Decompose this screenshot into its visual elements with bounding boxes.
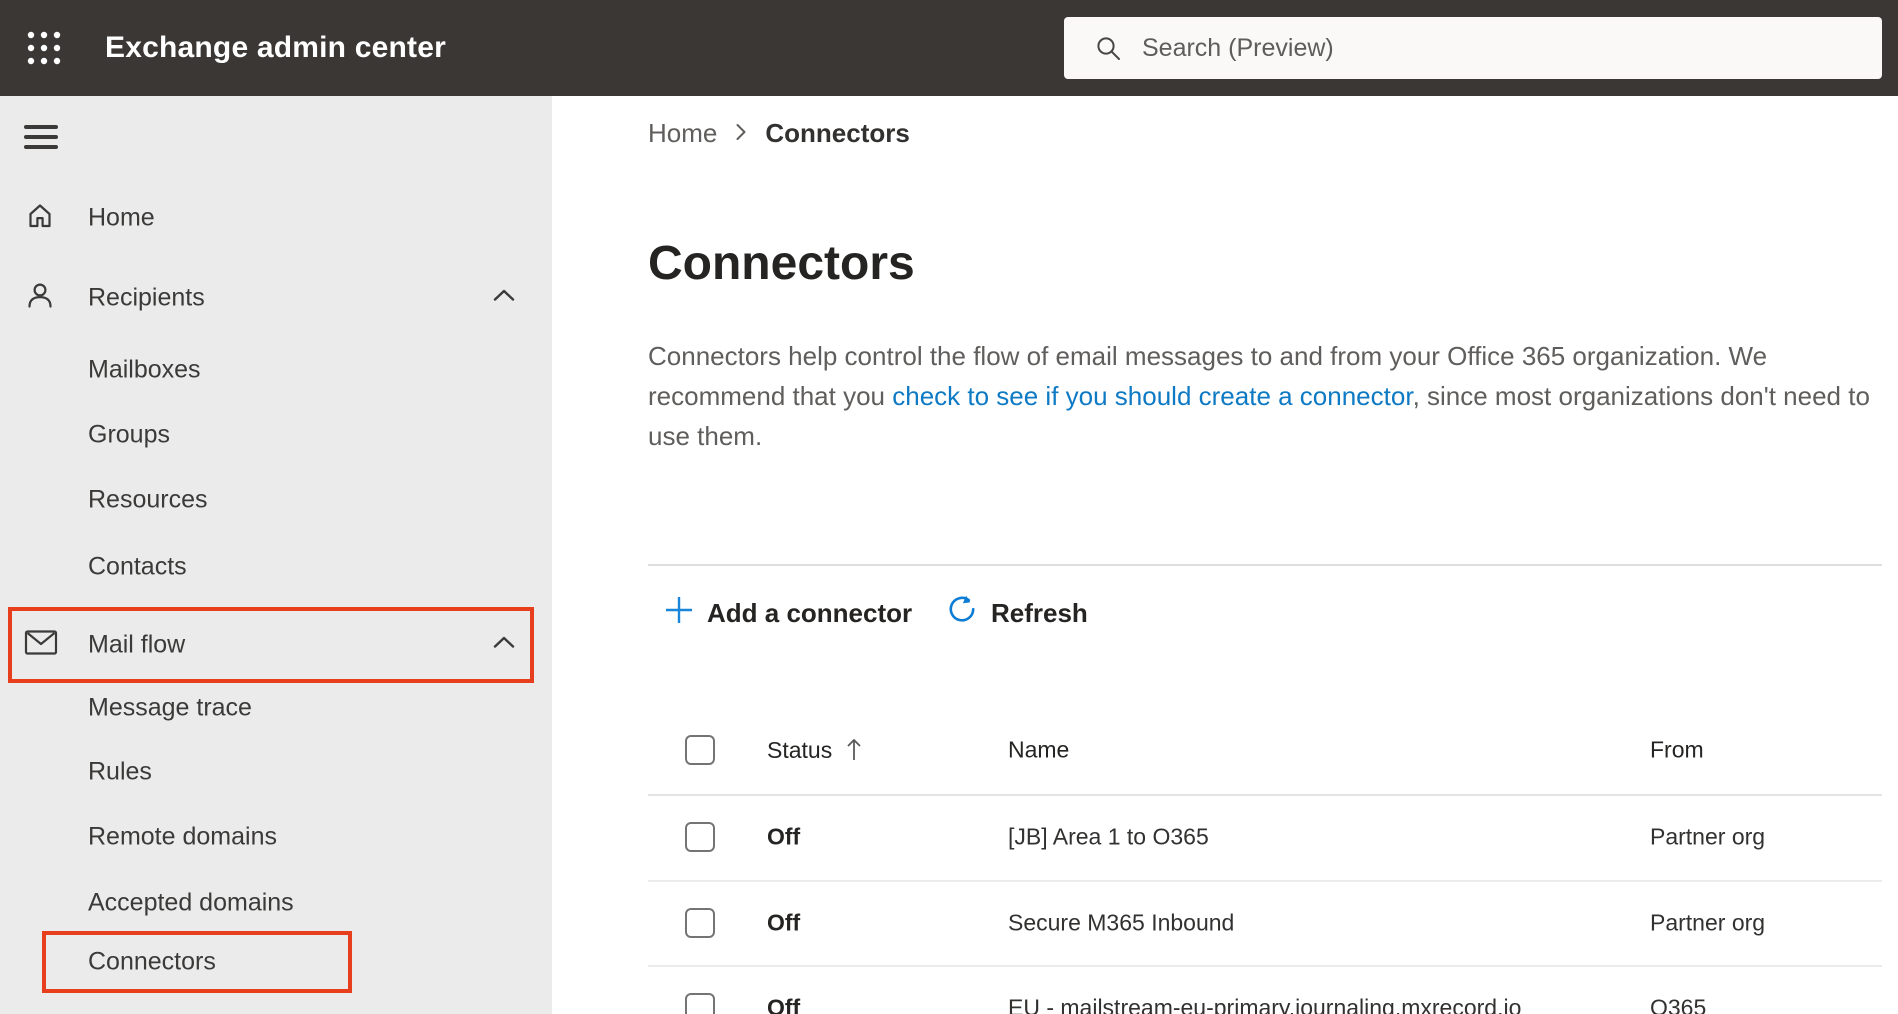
refresh-button[interactable]: Refresh — [946, 590, 1088, 636]
chevron-right-icon — [733, 118, 749, 149]
column-header-from[interactable]: From — [1650, 737, 1704, 764]
name-cell[interactable]: EU - mailstream-eu-primary.journaling.mx… — [1008, 995, 1521, 1014]
main-content: Home Connectors Connectors Connectors he… — [552, 96, 1898, 1014]
refresh-label: Refresh — [991, 597, 1088, 628]
table-header-row: Status Name From — [648, 706, 1898, 794]
sidebar-item-label: Contacts — [88, 552, 187, 581]
sidebar-item-label: Remote domains — [88, 822, 277, 851]
from-cell: Partner org — [1650, 823, 1766, 850]
status-cell: Off — [767, 909, 801, 935]
from-cell: O365 — [1650, 994, 1707, 1014]
add-connector-label: Add a connector — [707, 597, 913, 628]
sidebar-item-home[interactable]: Home — [0, 182, 552, 254]
exchange-admin-center-window: Exchange admin center Home — [0, 0, 1898, 1014]
sidebar-item-label: Resources — [88, 485, 208, 514]
table-row[interactable]: Off Secure M365 Inbound Partner org — [648, 880, 1898, 965]
status-header-label: Status — [767, 736, 833, 763]
search-input[interactable] — [1142, 17, 1862, 79]
table-row[interactable]: Off EU - mailstream-eu-primary.journalin… — [648, 965, 1898, 1014]
chevron-up-icon[interactable] — [492, 634, 516, 657]
sidebar-item-resources[interactable]: Resources — [0, 468, 552, 532]
sidebar-item-accepted-domains[interactable]: Accepted domains — [0, 871, 552, 935]
search-icon — [1094, 34, 1122, 67]
sidebar-item-label: Groups — [88, 420, 170, 449]
sidebar-item-mail-flow[interactable]: Mail flow — [0, 609, 552, 681]
row-checkbox[interactable] — [685, 993, 715, 1014]
sidebar-item-contacts[interactable]: Contacts — [0, 535, 552, 599]
name-cell[interactable]: Secure M365 Inbound — [1008, 909, 1234, 936]
breadcrumb-current: Connectors — [765, 118, 910, 148]
search-box[interactable] — [1064, 17, 1882, 79]
sort-ascending-icon — [844, 736, 864, 764]
sidebar-item-remote-domains[interactable]: Remote domains — [0, 805, 552, 869]
row-checkbox[interactable] — [685, 907, 715, 938]
sidebar-item-groups[interactable]: Groups — [0, 403, 552, 467]
from-cell: Partner org — [1650, 909, 1766, 935]
name-cell[interactable]: [JB] Area 1 to O365 — [1008, 824, 1209, 851]
sidebar-item-label: Recipients — [88, 283, 205, 312]
create-connector-check-link[interactable]: check to see if you should create a conn… — [892, 381, 1412, 411]
page-description: Connectors help control the flow of emai… — [648, 336, 1880, 456]
hamburger-menu-icon[interactable] — [18, 116, 66, 160]
breadcrumb: Home Connectors — [648, 118, 910, 149]
status-cell: Off — [767, 823, 801, 850]
mail-icon — [24, 629, 58, 662]
person-icon — [24, 280, 56, 317]
connectors-table: Status Name From Off [JB] Area 1 to O365 — [648, 636, 1898, 1014]
sidebar-item-label: Rules — [88, 757, 152, 786]
sidebar-item-mailboxes[interactable]: Mailboxes — [0, 338, 552, 402]
row-checkbox[interactable] — [685, 822, 715, 852]
sidebar-item-label: Mailboxes — [88, 355, 201, 384]
sidebar-item-label: Accepted domains — [88, 888, 294, 917]
waffle-grid-icon — [27, 31, 61, 65]
home-icon — [24, 200, 56, 237]
sidebar-item-label: Mail flow — [88, 630, 186, 659]
plus-icon — [664, 595, 694, 632]
sidebar-item-label: Home — [88, 203, 155, 232]
suite-header: Exchange admin center — [0, 0, 1898, 96]
app-launcher-icon[interactable] — [26, 30, 62, 66]
sidebar-item-rules[interactable]: Rules — [0, 740, 552, 804]
chevron-up-icon[interactable] — [492, 287, 516, 310]
select-all-checkbox[interactable] — [685, 735, 715, 765]
table-row[interactable]: Off [JB] Area 1 to O365 Partner org — [648, 794, 1898, 880]
column-header-name[interactable]: Name — [1008, 737, 1069, 764]
app-title: Exchange admin center — [105, 31, 446, 64]
sidebar-item-label: Connectors — [88, 947, 216, 976]
page-title: Connectors — [648, 237, 915, 290]
sidebar-item-connectors[interactable]: Connectors — [0, 931, 552, 993]
left-nav: Home Recipients Mailboxes Groups Resourc… — [0, 96, 552, 1014]
add-connector-button[interactable]: Add a connector — [664, 590, 912, 636]
sidebar-item-recipients[interactable]: Recipients — [0, 262, 552, 334]
column-header-status[interactable]: Status — [767, 736, 864, 764]
command-bar: Add a connector Refresh — [552, 590, 1898, 636]
sidebar-item-message-trace[interactable]: Message trace — [0, 676, 552, 740]
status-cell: Off — [767, 994, 801, 1014]
toolbar-divider — [648, 564, 1882, 566]
sidebar-item-label: Message trace — [88, 693, 252, 722]
refresh-icon — [946, 594, 978, 633]
breadcrumb-home-link[interactable]: Home — [648, 118, 717, 149]
